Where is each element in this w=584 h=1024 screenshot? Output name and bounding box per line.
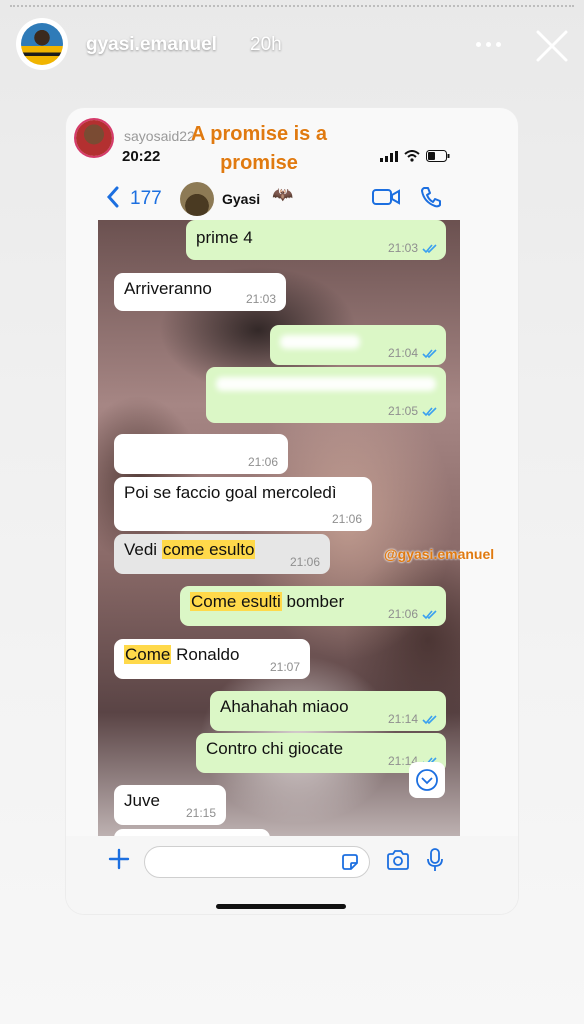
message-time: 21:06 [387, 607, 418, 621]
message-bubble[interactable]: prime 4 21:03 [186, 220, 446, 260]
story-avatar[interactable] [18, 20, 66, 68]
plus-icon[interactable] [108, 848, 130, 870]
message-time: 21:14 [387, 712, 418, 726]
message-text: Juve [124, 791, 160, 810]
message-text: Poi se faccio goal mercoledì [124, 483, 337, 502]
read-receipt-icon [422, 349, 437, 359]
wifi-icon [404, 150, 420, 162]
story-time: 20h [250, 34, 282, 55]
read-receipt-icon [422, 715, 437, 725]
redacted-text [216, 377, 436, 391]
message-time: 21:06 [247, 455, 278, 469]
shared-screenshot: sayosaid22 20:22 A promise is a promise … [66, 108, 518, 914]
message-time: 21:06 [331, 512, 362, 526]
redacted-text [280, 335, 360, 349]
message-time: 21:07 [269, 660, 300, 674]
message-time: 21:06 [289, 555, 320, 569]
message-time: 21:05 [387, 404, 418, 418]
story-username[interactable]: gyasi.emanuel [86, 34, 217, 56]
sub-avatar [76, 120, 112, 156]
close-icon[interactable] [534, 28, 570, 64]
message-text-highlight: Come esulti [190, 592, 282, 611]
chevron-left-icon[interactable] [106, 186, 120, 208]
contact-avatar[interactable] [180, 182, 214, 216]
message-bubble-partial[interactable] [114, 829, 270, 836]
mention-sticker[interactable]: @gyasi.emanuel [384, 546, 494, 562]
message-text-highlight: come esulto [161, 540, 256, 559]
message-bubble[interactable]: Come Ronaldo 21:07 [114, 639, 310, 679]
more-horizontal-icon[interactable] [476, 34, 506, 54]
message-text: prime 4 [196, 228, 253, 247]
message-time: 21:03 [387, 241, 418, 255]
message-text: Vedi [124, 540, 162, 559]
contact-name[interactable]: Gyasi [222, 191, 260, 207]
camera-icon[interactable] [386, 850, 410, 870]
redacted-text [124, 444, 214, 458]
message-bubble[interactable]: 21:04 [270, 325, 446, 365]
message-time: 21:04 [387, 346, 418, 360]
message-time: 21:15 [185, 806, 216, 820]
microphone-icon[interactable] [426, 848, 444, 872]
message-bubble[interactable]: Juve 21:15 [114, 785, 226, 825]
message-text-highlight: Come [124, 645, 172, 664]
battery-icon [426, 150, 450, 162]
story-progress-bar [10, 5, 574, 9]
story-caption: A promise is a promise [164, 120, 354, 178]
home-indicator [216, 904, 346, 909]
read-receipt-icon [422, 407, 437, 417]
message-input[interactable] [144, 846, 370, 878]
bat-emoji-icon: 🦇 [272, 185, 294, 204]
chat-header: 177 Gyasi 🦇 [66, 174, 518, 220]
chevron-down-icon [416, 769, 438, 791]
chat-area[interactable]: prime 4 21:03 Arriveranno 21:03 21:04 21… [98, 220, 460, 836]
read-receipt-icon [422, 244, 437, 254]
signal-icon [380, 151, 398, 162]
phone-icon[interactable] [420, 186, 442, 208]
message-text: bomber [281, 592, 345, 611]
story-header: gyasi.emanuel 20h [0, 16, 584, 72]
caption-line-1: A promise is a [191, 123, 327, 145]
video-call-icon[interactable] [372, 188, 400, 206]
message-bubble[interactable]: 21:05 [206, 367, 446, 423]
message-text: Ahahahah miaoo [220, 697, 349, 716]
message-bubble[interactable]: Vedi come esulto 21:06 [114, 534, 330, 574]
message-bubble[interactable]: Come esulti bomber 21:06 [180, 586, 446, 626]
message-composer [66, 836, 518, 914]
scroll-down-button[interactable] [409, 762, 445, 798]
message-text: Contro chi giocate [206, 739, 344, 758]
sticker-icon[interactable] [340, 852, 360, 872]
message-bubble[interactable]: 21:06 [114, 434, 288, 474]
message-bubble[interactable]: Arriveranno 21:03 [114, 273, 286, 311]
read-receipt-icon [422, 610, 437, 620]
message-time: 21:03 [245, 292, 276, 306]
status-icons [380, 150, 450, 162]
message-bubble[interactable]: Poi se faccio goal mercoledì 21:06 [114, 477, 372, 531]
message-text: Arriveranno [124, 279, 212, 298]
status-time: 20:22 [122, 148, 161, 165]
message-bubble[interactable]: Ahahahah miaoo 21:14 [210, 691, 446, 731]
back-count[interactable]: 177 [130, 188, 162, 210]
message-text: Ronaldo [171, 645, 240, 664]
